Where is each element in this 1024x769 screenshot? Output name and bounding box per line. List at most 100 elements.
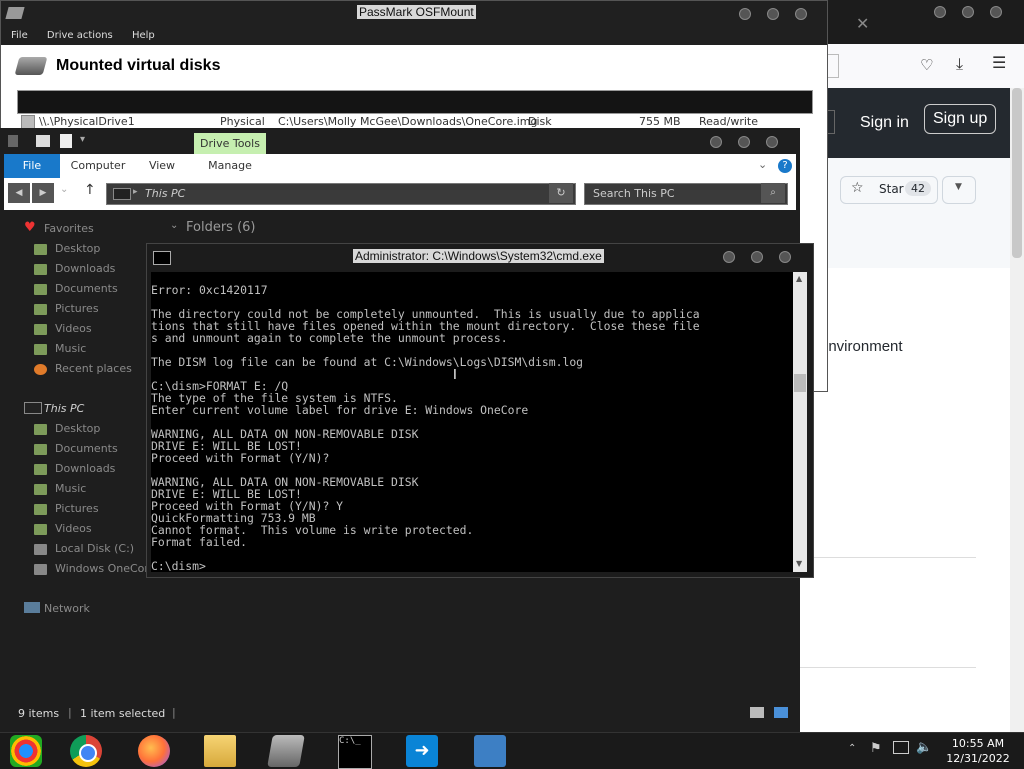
cell-type: Physical <box>220 115 265 128</box>
control-panel-icon[interactable] <box>474 735 506 767</box>
back-button[interactable]: ◀ <box>8 183 30 203</box>
tab-close-icon[interactable]: ✕ <box>856 14 869 33</box>
up-button[interactable]: ↑ <box>84 182 96 198</box>
this-pc-icon <box>24 402 42 414</box>
browser-scrollbar[interactable] <box>1010 88 1024 732</box>
network-tray-icon[interactable] <box>893 741 909 754</box>
nav-item-desktop[interactable]: Desktop <box>34 240 100 258</box>
maximize-button[interactable] <box>738 136 750 148</box>
forward-button[interactable]: ▶ <box>32 183 54 203</box>
remote-desktop-icon[interactable]: ➜ <box>406 735 438 767</box>
explorer-icon <box>8 135 18 147</box>
osfmount-app-icon <box>5 7 25 19</box>
network-label[interactable]: Network <box>44 602 90 615</box>
ribbon-tabs: File Computer View Manage ⌄ ? <box>4 154 796 178</box>
maximize-button[interactable] <box>962 6 974 18</box>
clock[interactable]: 10:55 AM 12/31/2022 <box>938 733 1018 765</box>
maximize-button[interactable] <box>767 8 779 20</box>
close-button[interactable] <box>779 251 791 263</box>
help-icon[interactable]: ? <box>778 159 792 173</box>
address-row: ◀ ▶ ⌄ ↑ ▸ This PC ↻ Search This PC ⌕ <box>4 178 796 210</box>
nav-item-music[interactable]: Music <box>34 340 86 358</box>
download-icon[interactable]: ⤓ <box>956 54 963 74</box>
minimize-button[interactable] <box>710 136 722 148</box>
details-view-icon[interactable] <box>750 707 764 718</box>
tab-view[interactable]: View <box>140 154 184 178</box>
tab-computer[interactable]: Computer <box>66 154 130 178</box>
sign-up-button[interactable]: Sign up <box>924 104 997 134</box>
properties-icon[interactable] <box>36 135 50 147</box>
nav-item-music[interactable]: Music <box>34 480 86 498</box>
documents-icon <box>34 443 47 455</box>
github-header: Sign in Sign up <box>800 88 1010 158</box>
console-scrollbar[interactable]: ▲ ▼ <box>793 272 807 572</box>
flag-icon[interactable]: ⚑ <box>870 741 882 756</box>
osfmount-taskbar-icon[interactable] <box>267 735 305 767</box>
favorites-label[interactable]: Favorites <box>44 222 94 235</box>
mouse-cursor-icon: I <box>453 368 457 383</box>
close-button[interactable] <box>990 6 1002 18</box>
start-button-icon[interactable] <box>10 735 42 767</box>
scroll-thumb[interactable] <box>794 374 806 392</box>
nav-item-recent-places[interactable]: Recent places <box>34 360 132 378</box>
menu-file[interactable]: File <box>11 30 28 41</box>
search-icon[interactable]: ⌕ <box>761 183 785 203</box>
nav-item-pictures[interactable]: Pictures <box>34 300 99 318</box>
menu-help[interactable]: Help <box>132 30 155 41</box>
minimize-button[interactable] <box>739 8 751 20</box>
file-explorer-icon[interactable] <box>204 735 236 767</box>
star-dropdown[interactable]: ▼ <box>942 176 976 204</box>
qat-dropdown-icon[interactable]: ▾ <box>80 134 85 145</box>
close-button[interactable] <box>795 8 807 20</box>
music-icon <box>34 343 47 355</box>
cmd-taskbar-icon[interactable]: C:\_ <box>338 735 372 769</box>
minimize-button[interactable] <box>723 251 735 263</box>
firefox-icon[interactable] <box>138 735 170 767</box>
volume-icon[interactable]: 🔈 <box>916 740 932 755</box>
refresh-icon[interactable]: ↻ <box>549 183 573 203</box>
nav-item-windows-onecore[interactable]: Windows OneCore <box>34 560 155 578</box>
maximize-button[interactable] <box>751 251 763 263</box>
menu-icon[interactable]: ☰ <box>992 53 1006 72</box>
scroll-down-icon[interactable]: ▼ <box>796 559 802 568</box>
pictures-icon <box>34 303 47 315</box>
sign-in-link[interactable]: Sign in <box>860 114 909 132</box>
menu-drive-actions[interactable]: Drive actions <box>47 30 113 41</box>
show-hidden-icons[interactable]: ⌃ <box>848 743 856 754</box>
nav-item-downloads[interactable]: Downloads <box>34 460 115 478</box>
this-pc-label[interactable]: This PC <box>44 402 84 415</box>
nav-item-videos[interactable]: Videos <box>34 520 92 538</box>
new-folder-icon[interactable] <box>60 134 72 148</box>
cmd-window: Administrator: C:\Windows\System32\cmd.e… <box>146 243 814 578</box>
chrome-icon[interactable] <box>70 735 102 767</box>
folders-group-header[interactable]: Folders (6) <box>186 220 256 235</box>
console-output[interactable]: Error: 0xc1420117 The directory could no… <box>151 272 793 572</box>
nav-item-pictures[interactable]: Pictures <box>34 500 99 518</box>
large-icons-view-icon[interactable] <box>774 707 788 718</box>
nav-item-documents[interactable]: Documents <box>34 440 118 458</box>
tab-file[interactable]: File <box>4 154 60 178</box>
recent-locations-icon[interactable]: ⌄ <box>60 184 68 195</box>
browser-window: ✕ ♡ ⤓ ☰ Sign in Sign up environment <box>800 0 1024 732</box>
nav-item-downloads[interactable]: Downloads <box>34 260 115 278</box>
tab-manage[interactable]: Manage <box>194 154 266 178</box>
videos-icon <box>34 323 47 335</box>
nav-item-local-disk[interactable]: Local Disk (C:) <box>34 540 134 558</box>
pocket-icon[interactable]: ♡ <box>920 56 933 74</box>
nav-item-desktop[interactable]: Desktop <box>34 420 100 438</box>
nav-item-documents[interactable]: Documents <box>34 280 118 298</box>
minimize-button[interactable] <box>934 6 946 18</box>
downloads-icon <box>34 463 47 475</box>
cmd-titlebar: Administrator: C:\Windows\System32\cmd.e… <box>147 244 813 270</box>
collapse-chevron-icon[interactable]: ⌄ <box>170 220 178 231</box>
star-button[interactable]: ☆ Star 42 <box>840 176 938 204</box>
ribbon-expand-icon[interactable]: ⌄ <box>758 158 767 171</box>
console-line: Proceed with Format (Y/N)? <box>151 451 330 465</box>
scroll-up-icon[interactable]: ▲ <box>796 274 802 283</box>
star-icon: ☆ <box>851 180 864 196</box>
close-button[interactable] <box>766 136 778 148</box>
address-bar[interactable]: ▸ This PC ↻ <box>106 183 576 205</box>
nav-item-videos[interactable]: Videos <box>34 320 92 338</box>
cmd-app-icon <box>153 251 171 265</box>
search-input[interactable]: Search This PC ⌕ <box>584 183 788 205</box>
